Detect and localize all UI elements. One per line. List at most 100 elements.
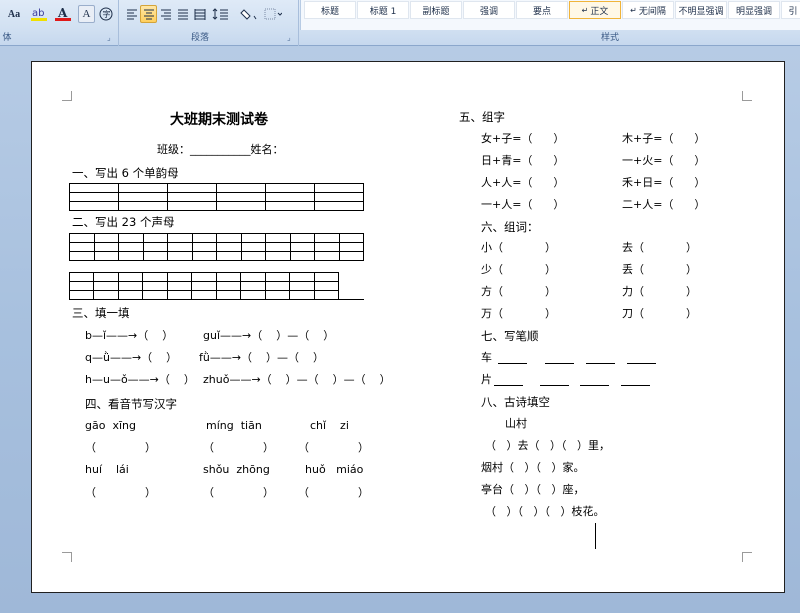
style-emphasis[interactable]: 强调 [463,1,515,19]
word-3a: 方（ ） [481,285,556,298]
paragraph-dialog-launcher-icon[interactable]: ⌟ [287,33,291,42]
page-title: 大班期末测试卷 [170,112,268,128]
compose-4b: 二+人=（ ） [622,198,706,211]
stroke-blank [621,385,650,386]
class-name-line: 班级：___________姓名： [157,143,284,156]
group-divider [298,0,299,46]
stroke-blank [545,363,574,364]
fill-line-2a: q—ǜ——→（ ） [85,351,178,364]
section-2-heading: 二、写出 23 个声母 [72,215,175,229]
grid-baseline [339,299,364,300]
section-7-heading: 七、写笔顺 [481,329,539,343]
poem-line-1: （ ）去（ ）（ ）里， [485,439,610,452]
justify-button[interactable] [174,5,191,23]
style-subtle-emphasis[interactable]: 不明显强调 [675,1,727,19]
section-6-heading: 六、组词： [481,220,539,234]
align-right-icon [160,9,171,20]
stroke-blank [580,385,609,386]
enclose-char-button[interactable]: 字 [97,5,114,23]
pinyin-2a: huí lái [85,463,129,476]
style-normal-label: 正文 [590,6,609,17]
style-no-spacing[interactable]: ↵ 无间隔 [622,1,674,19]
fill-line-3a: h—u—ǒ——→（ ） [85,373,195,386]
ribbon: Aa ab A A 字 体 ⌟ 段落 ⌟ 标题 标题 1 副标题 强调 要点 ↵… [0,0,800,46]
justify-icon [177,9,188,20]
crop-mark [62,552,72,562]
style-no-spacing-label: 无间隔 [638,6,666,17]
style-title[interactable]: 标题 [304,1,356,19]
answer-blank: （ ） [85,441,156,454]
answer-blank: （ ） [203,441,274,454]
highlighter-icon: ab [31,8,47,21]
distributed-button[interactable] [191,5,208,23]
stroke-char-2: 片 [481,373,492,386]
fill-line-3b: zhuǒ——→（ ）—（ ）—（ ） [203,373,391,386]
section-1-heading: 一、写出 6 个单韵母 [72,166,179,180]
word-4a: 万（ ） [481,307,556,320]
svg-text:A: A [57,6,68,20]
align-left-button[interactable] [123,5,140,23]
stroke-blank [494,385,523,386]
font-color-icon: A [55,6,71,21]
font-dialog-launcher-icon[interactable]: ⌟ [107,33,111,42]
section-3-heading: 三、填一填 [72,306,130,320]
pinyin-1c: chǐ zi [310,419,349,432]
styles-group-label: 样式 [600,33,619,43]
align-center-button[interactable] [140,5,157,23]
word-2a: 少（ ） [481,263,556,276]
document-page[interactable]: 大班期末测试卷 班级：___________姓名： 一、写出 6 个单韵母 二、… [31,61,785,593]
style-subtitle[interactable]: 副标题 [410,1,462,19]
answer-blank: （ ） [298,441,369,454]
section-5-heading: 五、组字 [459,110,505,124]
section-8-heading: 八、古诗填空 [481,395,550,409]
pinyin-2c: huǒ miáo [305,463,364,476]
compose-3b: 禾+日=（ ） [622,176,706,189]
compose-3a: 人+人=（ ） [481,176,565,189]
crop-mark [742,552,752,562]
paragraph-group-label: 段落 [190,33,209,43]
poem-line-3: 亭台（ ）（ ）座， [481,483,585,496]
char-shading-button[interactable]: A [78,5,95,23]
vowel-writing-grid [69,183,364,211]
style-intense-emphasis[interactable]: 明显强调 [728,1,780,19]
compose-1b: 木+子=（ ） [622,132,706,145]
pinyin-1b: míng tiān [206,419,262,432]
word-1a: 小（ ） [481,241,556,254]
svg-text:ab: ab [32,8,44,19]
stroke-char-1: 车 [481,351,492,364]
group-divider [118,0,119,46]
style-key-point[interactable]: 要点 [516,1,568,19]
crop-mark [742,91,752,101]
word-4b: 刀（ ） [622,307,697,320]
shading-button[interactable] [238,5,260,23]
section-4-heading: 四、看音节写汉字 [85,397,177,411]
paint-bucket-icon [240,9,257,20]
align-right-button[interactable] [157,5,174,23]
borders-button[interactable] [262,5,284,23]
style-normal[interactable]: ↵ 正文 [569,1,621,19]
initials-writing-grid-1 [69,233,364,261]
highlight-color-button[interactable]: ab [28,5,50,23]
poem-title: 山村 [505,417,527,430]
enclose-char-icon: 字 [99,7,112,21]
poem-line-4: （ ）（ ）（ ）枝花。 [485,505,605,518]
initials-writing-grid-2 [68,272,340,300]
compose-4a: 一+人=（ ） [481,198,565,211]
font-color-button[interactable]: A [52,5,74,23]
paragraph-mark-icon: ↵ [630,5,637,15]
text-cursor [595,523,596,549]
style-heading1[interactable]: 标题 1 [357,1,409,19]
stroke-blank [540,385,569,386]
line-spacing-button[interactable] [210,5,236,23]
word-2b: 丢（ ） [622,263,697,276]
align-center-icon [143,9,154,20]
change-case-button[interactable]: Aa [2,5,26,23]
word-1b: 去（ ） [622,241,697,254]
borders-icon [264,8,282,20]
pinyin-1a: gāo xīng [85,419,136,432]
fill-line-1b: guǐ——→（ ）—（ ） [203,329,335,342]
align-left-icon [126,9,137,20]
stroke-blank [498,363,527,364]
compose-2b: 一+火=（ ） [622,154,706,167]
style-quote[interactable]: 引 [781,1,800,19]
